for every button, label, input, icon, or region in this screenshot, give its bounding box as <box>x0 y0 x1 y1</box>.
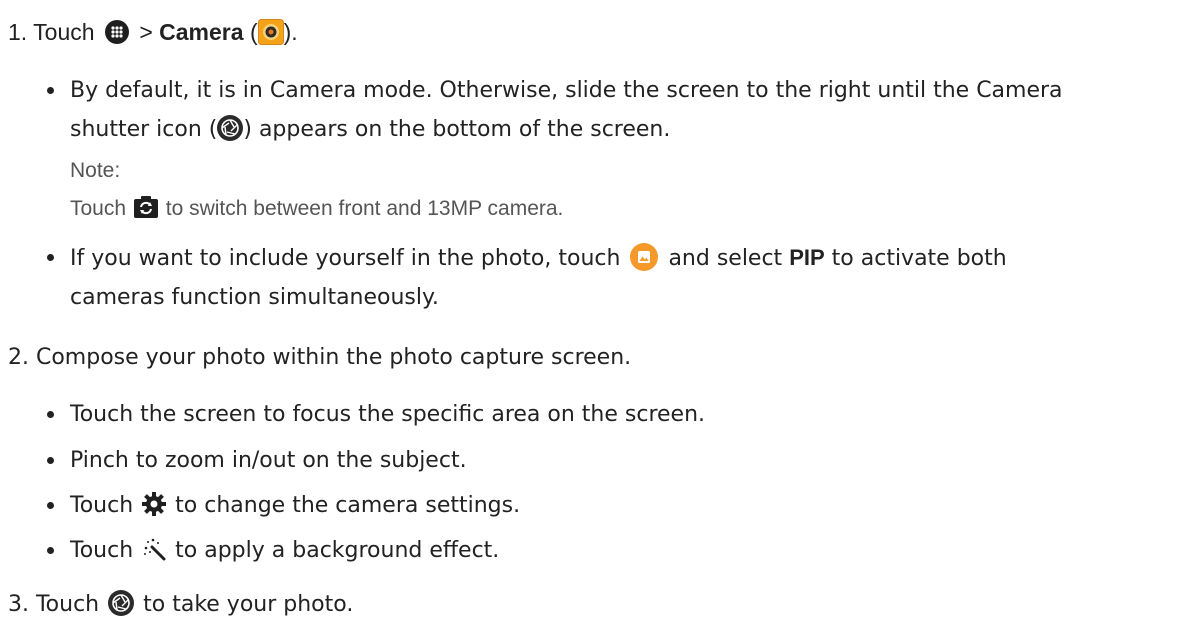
bullet-focus: Touch the screen to focus the specific a… <box>70 402 706 427</box>
shutter-icon[interactable] <box>108 590 135 616</box>
bullet-settings: Touch to change the camera settings. <box>70 491 520 521</box>
bullet-1-line-2-pre: shutter icon ( <box>70 117 218 142</box>
camera-app-icon[interactable] <box>257 18 284 45</box>
bullet-1-line-2: shutter icon ( ) appears on the bottom o… <box>70 115 670 145</box>
bullet-dot <box>47 254 54 261</box>
step-3: 3. Touch to take your photo. <box>8 590 353 620</box>
bullet-settings-post: to change the camera settings. <box>175 493 521 518</box>
note-touch-text: Touch <box>70 197 127 220</box>
bullet-dot <box>47 411 54 418</box>
shutter-icon[interactable] <box>217 115 244 141</box>
gear-icon[interactable] <box>142 492 167 516</box>
bullet-dot <box>47 502 54 509</box>
bullet-effect-pre: Touch <box>70 538 134 563</box>
step-3-post: to take your photo. <box>143 592 354 617</box>
bullet-2-line-2: cameras function simultaneously. <box>70 285 439 310</box>
bullet-2-pre: If you want to include yourself in the p… <box>70 246 621 271</box>
bullet-dot <box>47 457 54 464</box>
note-body: Touch to switch between front and 13MP c… <box>70 194 563 224</box>
step-2: 2. Compose your photo within the photo c… <box>8 345 632 370</box>
paren-close: ). <box>283 19 298 45</box>
app-drawer-icon[interactable] <box>104 19 129 44</box>
magic-wand-icon[interactable] <box>142 537 166 561</box>
note-title: Note: <box>70 159 121 182</box>
bullet-2-mid: and select <box>668 246 783 271</box>
bullet-settings-pre: Touch <box>70 493 134 518</box>
paren-open: ( <box>249 19 258 45</box>
bullet-2-post: to activate both <box>831 246 1007 271</box>
camera-label: Camera <box>159 19 244 45</box>
gallery-icon[interactable] <box>630 243 659 271</box>
step-3-pre: 3. Touch <box>8 592 100 617</box>
bullet-1-line-1: By default, it is in Camera mode. Otherw… <box>70 78 1063 103</box>
bullet-effect: Touch to apply a background effect. <box>70 536 499 566</box>
bullet-dot <box>47 87 54 94</box>
bullet-2-line-1: If you want to include yourself in the p… <box>70 243 1007 274</box>
pip-label: PIP <box>789 245 825 270</box>
note-post-text: to switch between front and 13MP camera. <box>165 197 564 220</box>
bullet-effect-post: to apply a background effect. <box>175 538 500 563</box>
step-1-number: 1. <box>8 19 28 45</box>
bullet-zoom: Pinch to zoom in/out on the subject. <box>70 448 467 473</box>
step-1-touch-text: Touch <box>33 19 95 45</box>
switch-camera-icon[interactable] <box>133 196 158 219</box>
step-1-separator: > <box>139 19 153 45</box>
step-1: 1. Touch > Camera ( ). <box>8 17 298 47</box>
bullet-dot <box>47 547 54 554</box>
bullet-1-line-2-post: ) appears on the bottom of the screen. <box>243 117 671 142</box>
